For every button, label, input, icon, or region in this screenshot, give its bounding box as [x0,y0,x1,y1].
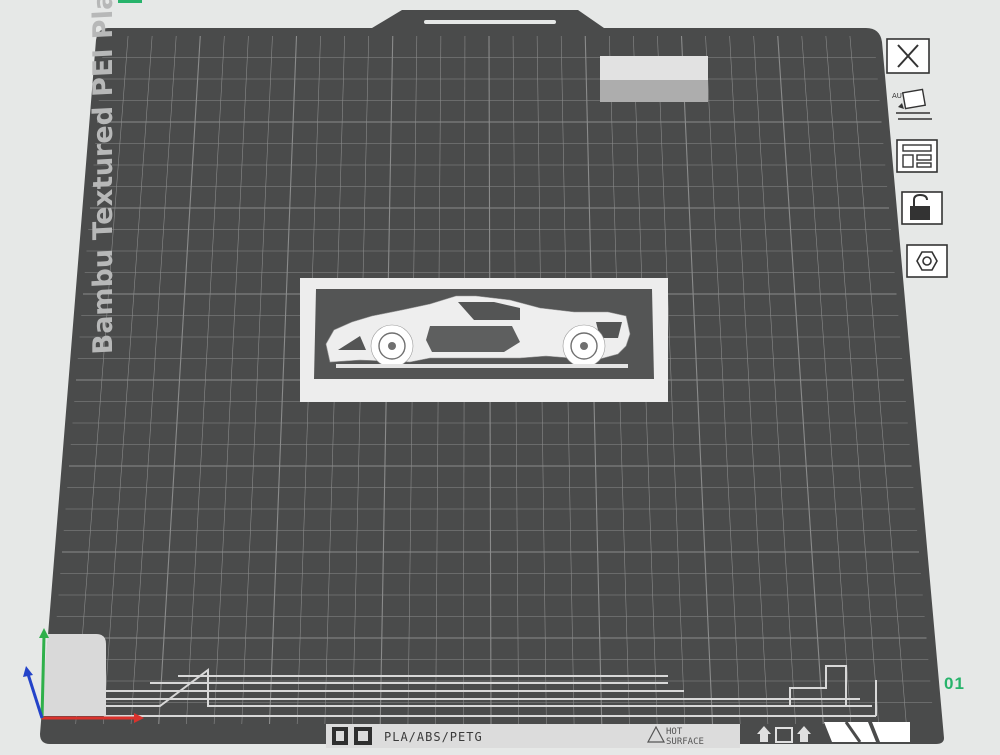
car-plaque-model[interactable] [300,278,668,402]
arrange-icon [896,139,938,173]
auto-orient-button[interactable]: AUTO [890,87,934,123]
material-compatibility-text: PLA/ABS/PETG [384,730,483,744]
close-plate-button[interactable] [886,38,930,74]
excluded-zone [40,634,106,716]
hot-surface-line1: HOT [666,727,683,737]
plate-handle [424,20,556,24]
plate-label-strip: PLA/ABS/PETG HOT SURFACE [326,724,740,748]
arrange-button[interactable] [895,138,939,174]
hex-nut-icon [906,244,948,278]
lock-plate-button[interactable] [900,190,944,226]
close-icon [886,38,930,74]
auto-orient-icon: AUTO [892,88,932,120]
build-plate-viewport[interactable]: Bambu Textured PEI Plate PLA/ABS/PETG HO… [0,0,1000,755]
lock-icon [901,191,943,225]
plate-number-label[interactable]: 01 [944,674,965,694]
plate-settings-button[interactable] [905,243,949,279]
prime-tower-block[interactable] [600,56,708,102]
plate-name-text: Bambu Textured PEI Plate [88,0,119,355]
hot-surface-line2: SURFACE [666,737,704,747]
